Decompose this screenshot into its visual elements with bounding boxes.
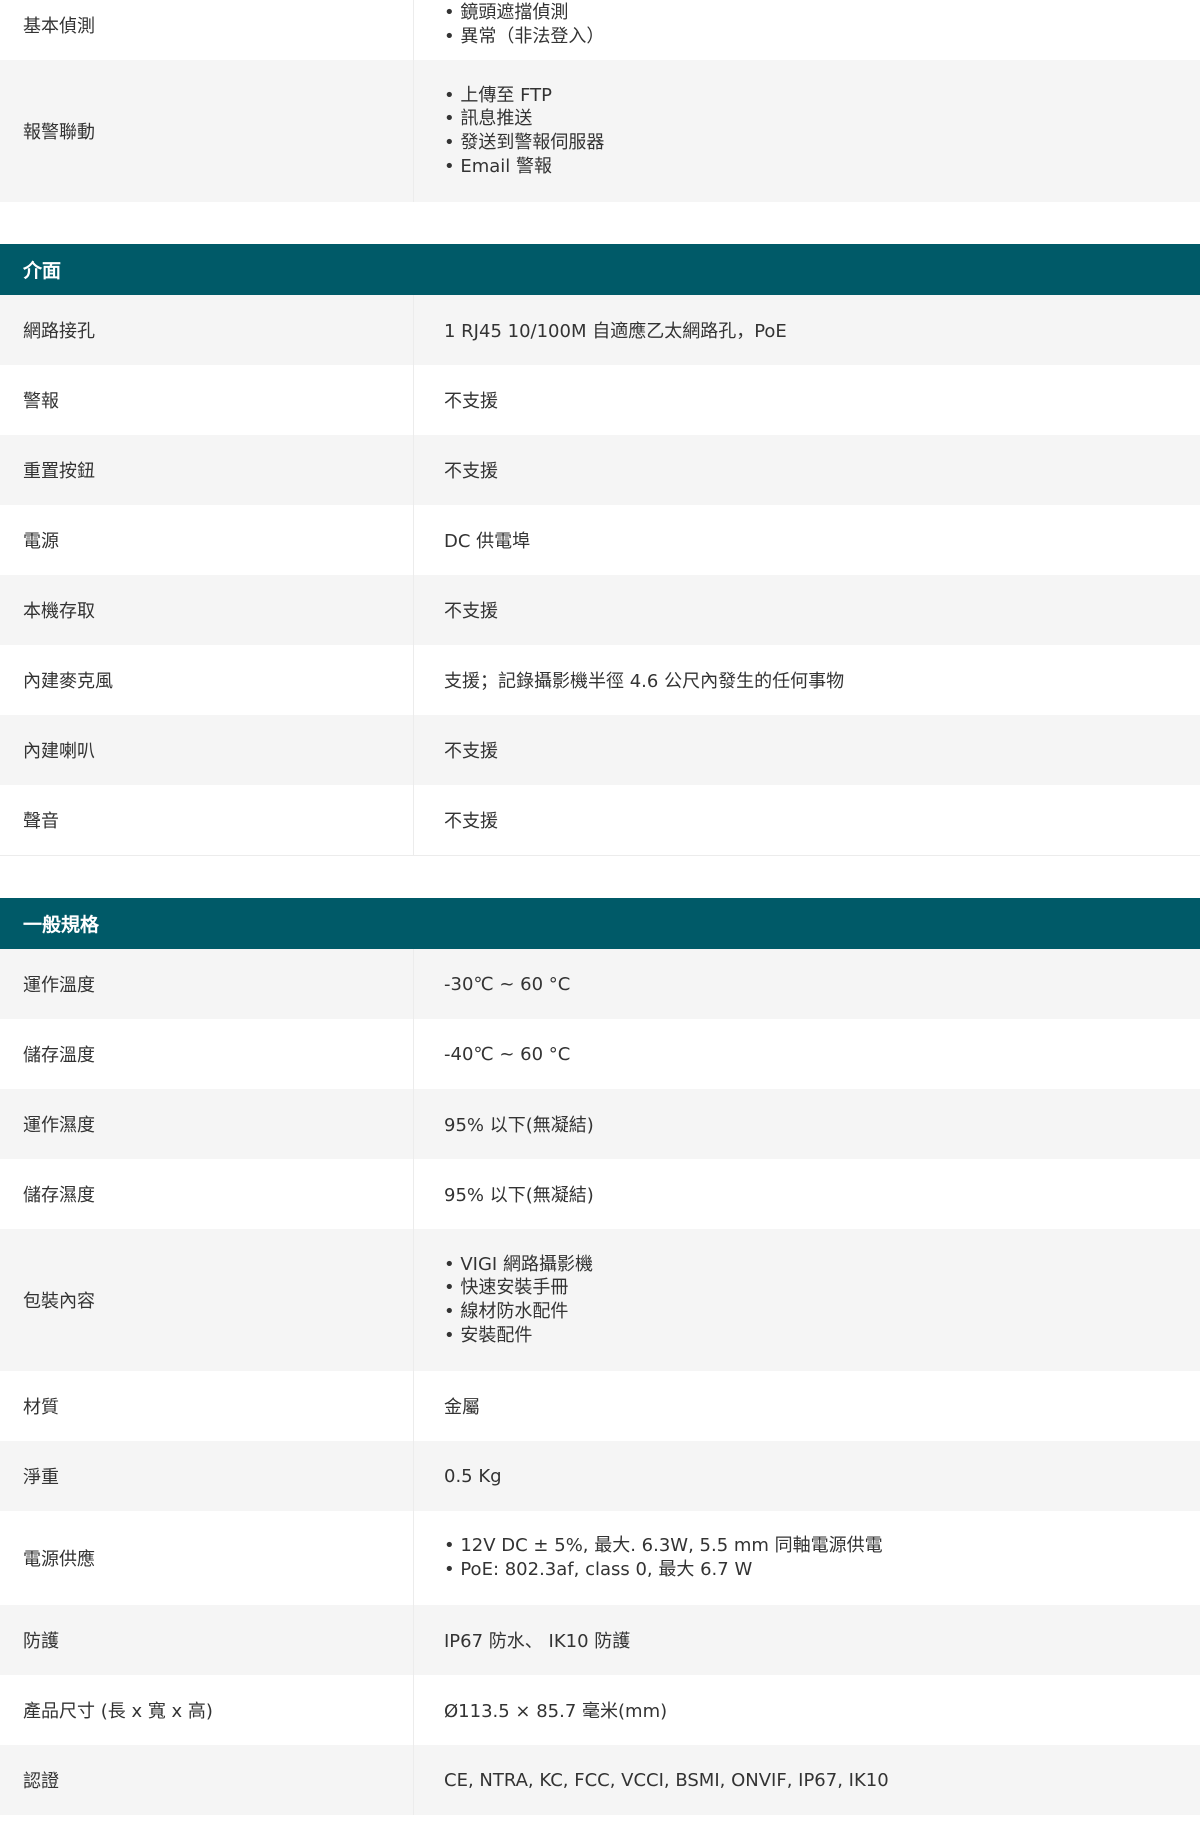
- bullet-item: 快速安裝手冊: [444, 1276, 593, 1300]
- spec-label: 報警聯動: [0, 60, 414, 202]
- bullet-list: 鏡頭遮擋偵測 異常（非法登入）: [444, 1, 604, 48]
- spec-row: 防護 IP67 防水、 IK10 防護: [0, 1605, 1200, 1675]
- spec-row: 內建喇叭 不支援: [0, 715, 1200, 785]
- spec-label: 認證: [0, 1745, 414, 1815]
- spec-label: 電源供應: [0, 1511, 414, 1605]
- bullet-item: Email 警報: [444, 155, 604, 179]
- section-header-general: 一般規格: [0, 898, 1200, 949]
- spec-label: 運作溫度: [0, 949, 414, 1019]
- spec-row: 材質 金屬: [0, 1371, 1200, 1441]
- spec-label: 防護: [0, 1605, 414, 1675]
- spec-label: 材質: [0, 1371, 414, 1441]
- spec-label: 內建喇叭: [0, 715, 414, 785]
- bullet-item: VIGI 網路攝影機: [444, 1253, 593, 1277]
- general-table: 運作溫度 -30℃ ~ 60 °C 儲存溫度 -40℃ ~ 60 °C 運作濕度…: [0, 949, 1200, 1815]
- spec-page: 基本偵測 鏡頭遮擋偵測 異常（非法登入） 報警聯動 上傳至 FTP 訊息推送 發…: [0, 0, 1200, 1815]
- bullet-item: 12V DC ± 5%, 最大. 6.3W, 5.5 mm 同軸電源供電: [444, 1534, 882, 1558]
- spec-row: 本機存取 不支援: [0, 575, 1200, 645]
- spec-label: 儲存溫度: [0, 1019, 414, 1089]
- spec-value: IP67 防水、 IK10 防護: [444, 1631, 631, 1652]
- spec-label: 重置按鈕: [0, 435, 414, 505]
- bullet-item: 鏡頭遮擋偵測: [444, 1, 604, 25]
- spec-value: 12V DC ± 5%, 最大. 6.3W, 5.5 mm 同軸電源供電 PoE…: [414, 1511, 1200, 1605]
- spec-row: 網路接孔 1 RJ45 10/100M 自適應乙太網路孔，PoE: [0, 295, 1200, 365]
- spec-value: 95% 以下(無凝結): [444, 1115, 594, 1136]
- spec-label: 淨重: [0, 1441, 414, 1511]
- spec-value: VIGI 網路攝影機 快速安裝手冊 線材防水配件 安裝配件: [414, 1229, 1200, 1371]
- bullet-item: 異常（非法登入）: [444, 25, 604, 49]
- spec-row: 運作濕度 95% 以下(無凝結): [0, 1089, 1200, 1159]
- spec-label: 網路接孔: [0, 295, 414, 365]
- spec-row: 儲存濕度 95% 以下(無凝結): [0, 1159, 1200, 1229]
- spec-value: 不支援: [444, 461, 498, 482]
- spec-row-basic-detection: 基本偵測 鏡頭遮擋偵測 異常（非法登入）: [0, 0, 1200, 60]
- spec-row: 聲音 不支援: [0, 785, 1200, 855]
- spec-value: 金屬: [444, 1397, 480, 1418]
- spec-value: 1 RJ45 10/100M 自適應乙太網路孔，PoE: [444, 321, 787, 342]
- bullet-item: 線材防水配件: [444, 1300, 593, 1324]
- spec-label: 產品尺寸 (長 x 寬 x 高): [0, 1675, 414, 1745]
- spec-value: 不支援: [444, 391, 498, 412]
- spec-row: 重置按鈕 不支援: [0, 435, 1200, 505]
- bullet-item: 安裝配件: [444, 1324, 593, 1348]
- spec-label: 基本偵測: [0, 0, 414, 60]
- bullet-item: 發送到警報伺服器: [444, 131, 604, 155]
- spec-row: 淨重 0.5 Kg: [0, 1441, 1200, 1511]
- spec-value: 上傳至 FTP 訊息推送 發送到警報伺服器 Email 警報: [414, 60, 1200, 202]
- interface-table: 網路接孔 1 RJ45 10/100M 自適應乙太網路孔，PoE 警報 不支援 …: [0, 295, 1200, 856]
- spec-row-package: 包裝內容 VIGI 網路攝影機 快速安裝手冊 線材防水配件 安裝配件: [0, 1229, 1200, 1371]
- bullet-item: 訊息推送: [444, 107, 604, 131]
- section-header-interface: 介面: [0, 244, 1200, 295]
- spec-value: 支援；記錄攝影機半徑 4.6 公尺內發生的任何事物: [444, 671, 845, 692]
- spec-value: 95% 以下(無凝結): [444, 1185, 594, 1206]
- spec-row: 儲存溫度 -40℃ ~ 60 °C: [0, 1019, 1200, 1089]
- spec-row-power-supply: 電源供應 12V DC ± 5%, 最大. 6.3W, 5.5 mm 同軸電源供…: [0, 1511, 1200, 1605]
- spec-value: -30℃ ~ 60 °C: [444, 973, 571, 995]
- spec-label: 包裝內容: [0, 1229, 414, 1371]
- spec-label: 運作濕度: [0, 1089, 414, 1159]
- spec-label: 本機存取: [0, 575, 414, 645]
- spec-label: 電源: [0, 505, 414, 575]
- spec-value: 鏡頭遮擋偵測 異常（非法登入）: [414, 0, 1200, 60]
- spec-value: DC 供電埠: [444, 531, 531, 552]
- spec-row-alarm-linkage: 報警聯動 上傳至 FTP 訊息推送 發送到警報伺服器 Email 警報: [0, 60, 1200, 202]
- spec-label: 警報: [0, 365, 414, 435]
- spec-label: 儲存濕度: [0, 1159, 414, 1229]
- bullet-item: 上傳至 FTP: [444, 84, 604, 108]
- bullet-list: VIGI 網路攝影機 快速安裝手冊 線材防水配件 安裝配件: [444, 1253, 593, 1347]
- bullet-list: 上傳至 FTP 訊息推送 發送到警報伺服器 Email 警報: [444, 84, 604, 178]
- spec-row: 內建麥克風 支援；記錄攝影機半徑 4.6 公尺內發生的任何事物: [0, 645, 1200, 715]
- spec-value: 不支援: [444, 601, 498, 622]
- spec-row: 產品尺寸 (長 x 寬 x 高) Ø113.5 × 85.7 毫米(mm): [0, 1675, 1200, 1745]
- section-spacer: [0, 856, 1200, 898]
- section-spacer: [0, 202, 1200, 244]
- spec-value: CE, NTRA, KC, FCC, VCCI, BSMI, ONVIF, IP…: [444, 1769, 889, 1791]
- detection-table: 基本偵測 鏡頭遮擋偵測 異常（非法登入） 報警聯動 上傳至 FTP 訊息推送 發…: [0, 0, 1200, 202]
- spec-label: 聲音: [0, 785, 414, 855]
- spec-value: 不支援: [444, 741, 498, 762]
- spec-row: 電源 DC 供電埠: [0, 505, 1200, 575]
- bullet-list: 12V DC ± 5%, 最大. 6.3W, 5.5 mm 同軸電源供電 PoE…: [444, 1534, 883, 1582]
- spec-value: 0.5 Kg: [444, 1465, 502, 1487]
- spec-row: 認證 CE, NTRA, KC, FCC, VCCI, BSMI, ONVIF,…: [0, 1745, 1200, 1815]
- spec-row: 警報 不支援: [0, 365, 1200, 435]
- spec-value: Ø113.5 × 85.7 毫米(mm): [444, 1701, 668, 1722]
- spec-value: 不支援: [444, 811, 498, 832]
- spec-value: -40℃ ~ 60 °C: [444, 1043, 571, 1065]
- spec-row: 運作溫度 -30℃ ~ 60 °C: [0, 949, 1200, 1019]
- spec-label: 內建麥克風: [0, 645, 414, 715]
- bullet-item: PoE: 802.3af, class 0, 最大 6.7 W: [444, 1558, 883, 1582]
